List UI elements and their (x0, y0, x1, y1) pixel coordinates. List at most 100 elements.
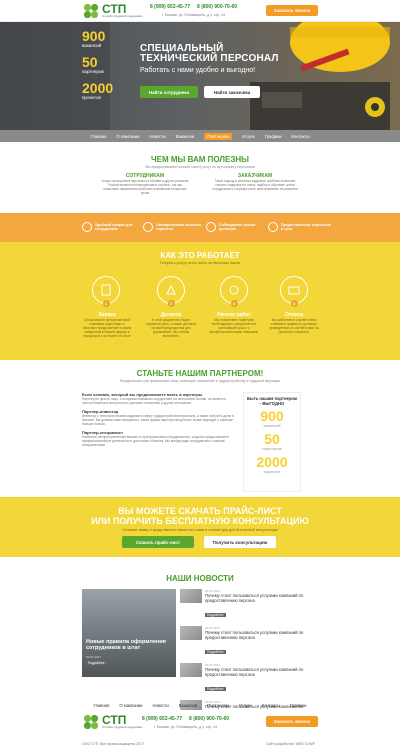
footer-nav-item[interactable]: Главная (93, 703, 109, 708)
footer-logo-subtitle: Служба трудовой поддержки (102, 725, 143, 729)
news-thumbnail (180, 589, 202, 603)
how-subtitle: Получить услугу легко, всего за нескольк… (160, 261, 240, 265)
download-title-line-1: ВЫ МОЖЕТЕ СКАЧАТЬ ПРАЙС-ЛИСТ (118, 506, 282, 516)
hero-title-line-2: ТЕХНИЧЕСКИЙ ПЕРСОНАЛ (140, 53, 279, 64)
calendar-icon (82, 222, 92, 232)
hero-stats: 900 вакансий 50 партнеров 2000 проектов (82, 28, 113, 101)
benefit-item: Предоставление персонала в срок (268, 222, 331, 232)
side-stat-label: проектов (263, 469, 281, 474)
footer-order-call-button[interactable]: Заказать звонок (266, 716, 318, 727)
developer-credit[interactable]: Сайт разработан: WEB COMP (266, 742, 315, 746)
phone-2[interactable]: 8 (800) 900-70-60 (197, 4, 237, 10)
clover-icon (83, 714, 99, 730)
step-description: Мы работаем в соответствии ставкам и гра… (269, 318, 319, 334)
news-list-item[interactable]: 20.07.2017 Почему стоит пользоваться услу… (180, 589, 320, 621)
step-item: 2 (157, 276, 185, 307)
logo[interactable]: СТП Служба трудовой поддержки (82, 3, 142, 19)
footer-nav-item[interactable]: Контакты (262, 703, 280, 708)
download-title-line-2: ИЛИ ПОЛУЧИТЬ БЕСПЛАТНУЮ КОНСУЛЬТАЦИЮ (91, 516, 309, 526)
step-text: Оплата Мы работаем в соответствии ставкам… (268, 312, 320, 334)
phone-1[interactable]: 8 (909) 653-45-77 (150, 4, 190, 10)
nav-item-schedules[interactable]: Графики (265, 134, 282, 139)
find-employee-button[interactable]: Найти сотрудника (140, 86, 198, 98)
news-section: НАШИ НОВОСТИ Новые правила оформления со… (0, 557, 400, 728)
footer-nav-item[interactable]: Новости (153, 703, 169, 708)
employees-column: СОТРУДНИКАМ Услуги аутсорсинга персонала… (100, 173, 190, 195)
step-number: 1 (102, 300, 110, 307)
stat-number: 50 (82, 54, 98, 70)
side-stat: 2000 проектов (246, 454, 298, 474)
news-thumbnail (180, 626, 202, 640)
clock-icon (206, 222, 216, 232)
download-subtitle: Оставьте заявку и представитель свяжется… (122, 528, 278, 532)
news-item-title[interactable]: Почему стоит пользоваться услугами компа… (205, 593, 320, 603)
step-description: Мы оперативно подберем необходимого спец… (209, 318, 259, 334)
nav-item-contacts[interactable]: Контакты (291, 134, 309, 139)
footer-nav-item[interactable]: Услуги (239, 703, 252, 708)
step-text: Заявка Специалисты аутсорсинговой компани… (82, 312, 132, 338)
step-item: 3 (220, 276, 248, 307)
benefit-text: Предоставление персонала в срок (281, 222, 331, 232)
main-nav: Главная О компании Новости Вакансии Парт… (0, 130, 400, 142)
benefits-strip: Удобный график для сотрудников Своевреме… (0, 213, 400, 242)
news-thumbnail (180, 663, 202, 677)
side-stat: 900 вакансий (246, 409, 298, 428)
partner-intro-text: Партнер не просто лицо, с которыми компа… (82, 397, 226, 405)
stat-number: 900 (82, 28, 106, 44)
partner-subtitle: Юридические или физические лица, имеющие… (119, 379, 281, 383)
order-call-button[interactable]: Заказать звонок (266, 5, 318, 16)
nav-item-vacancies[interactable]: Вакансии (176, 134, 194, 139)
logo-subtitle: Служба трудовой поддержки (102, 14, 143, 18)
step-number: 4 (290, 300, 298, 307)
step-item: 4 (280, 276, 308, 307)
nav-item-news[interactable]: Новости (150, 134, 166, 139)
side-stat-label: вакансий (263, 423, 281, 428)
investor-text: Инвестор с технологическими кадрами в сф… (82, 414, 234, 426)
featured-news-more-button[interactable]: Подробнее (86, 661, 107, 665)
footer-nav-item[interactable]: Партнерам (207, 703, 229, 708)
partner-benefit-box: Быть нашим партнером - ВЫГОДНО 900 ваканс… (243, 392, 301, 492)
nav-item-services[interactable]: Услуги (242, 134, 255, 139)
useful-title: ЧЕМ МЫ ВАМ ПОЛЕЗНЫ (151, 155, 249, 164)
footer-phone-2[interactable]: 8 (800) 900-70-60 (189, 716, 229, 722)
side-stat-number: 2000 (256, 454, 288, 470)
partner-content: Если человек, который вы предполагаете в… (82, 392, 234, 447)
footer-nav-item[interactable]: Вакансии (179, 703, 197, 708)
phone-numbers: 8 (909) 653-45-77 8 (800) 900-70-60 (150, 4, 237, 10)
footer-nav-item[interactable]: О компании (119, 703, 142, 708)
how-it-works-section: КАК ЭТО РАБОТАЕТ Получить услугу легко, … (0, 242, 400, 360)
news-item-title[interactable]: Почему стоит пользоваться услугами компа… (205, 667, 320, 677)
get-consultation-button[interactable]: Получить консультацию (204, 536, 276, 548)
step-number: 3 (230, 300, 238, 307)
news-more-button[interactable]: Подробнее (205, 687, 226, 691)
partner-box-title: Быть нашим партнером - ВЫГОДНО (247, 396, 297, 406)
step-text: Начало работ Мы оперативно подберем необх… (208, 312, 260, 334)
news-more-button[interactable]: Подробнее (205, 650, 226, 654)
featured-news-title: Новые правила оформления сотрудников в ш… (86, 639, 166, 651)
footer-phone-1[interactable]: 8 (909) 653-45-77 (142, 716, 182, 722)
benefit-text: Удобный график для сотрудников (95, 222, 133, 232)
nav-item-partners[interactable]: Партнерам (204, 132, 232, 140)
side-stat-number: 50 (264, 431, 280, 447)
useful-subtitle: Мы предоставляем полный спектр услуг по … (145, 165, 255, 169)
featured-news-date: 20.07.2017 (86, 655, 102, 659)
nav-item-home[interactable]: Главная (90, 134, 106, 139)
news-list-item[interactable]: 20.07.2017 Почему стоит пользоваться услу… (180, 626, 320, 658)
address: г. Москва, ул. Поповицкого, д.1, стр. 14 (162, 13, 226, 17)
news-more-button[interactable]: Подробнее (205, 613, 226, 617)
footer-phones: 8 (909) 653-45-77 8 (800) 900-70-60 (142, 716, 229, 722)
find-customer-button[interactable]: Найти заказчика (204, 86, 260, 98)
customers-text: Такой подход в решении кадровых проблем … (212, 179, 298, 191)
footer-logo[interactable]: СТП Служба трудовой поддержки (82, 714, 142, 730)
partner-title: СТАНЬТЕ НАШИМ ПАРТНЕРОМ! (136, 369, 264, 378)
nav-item-about[interactable]: О компании (116, 134, 139, 139)
featured-news-card[interactable]: Новые правила оформления сотрудников в ш… (82, 589, 176, 677)
news-list-item[interactable]: 20.07.2017 Почему стоит пользоваться услу… (180, 663, 320, 695)
footer-nav-item[interactable]: Графики (290, 703, 307, 708)
footer-address: г. Москва, ул. Поповицкого, д.1, стр. 14 (154, 725, 218, 729)
download-price-button[interactable]: Скачать прайс-лист (122, 536, 194, 548)
news-item-title[interactable]: Почему стоит пользоваться услугами компа… (205, 630, 320, 640)
stat-label: партнеров (82, 69, 104, 74)
benefit-item: Соблюдение сроков договора (206, 222, 267, 232)
benefit-text: Соблюдение сроков договора (219, 222, 256, 232)
